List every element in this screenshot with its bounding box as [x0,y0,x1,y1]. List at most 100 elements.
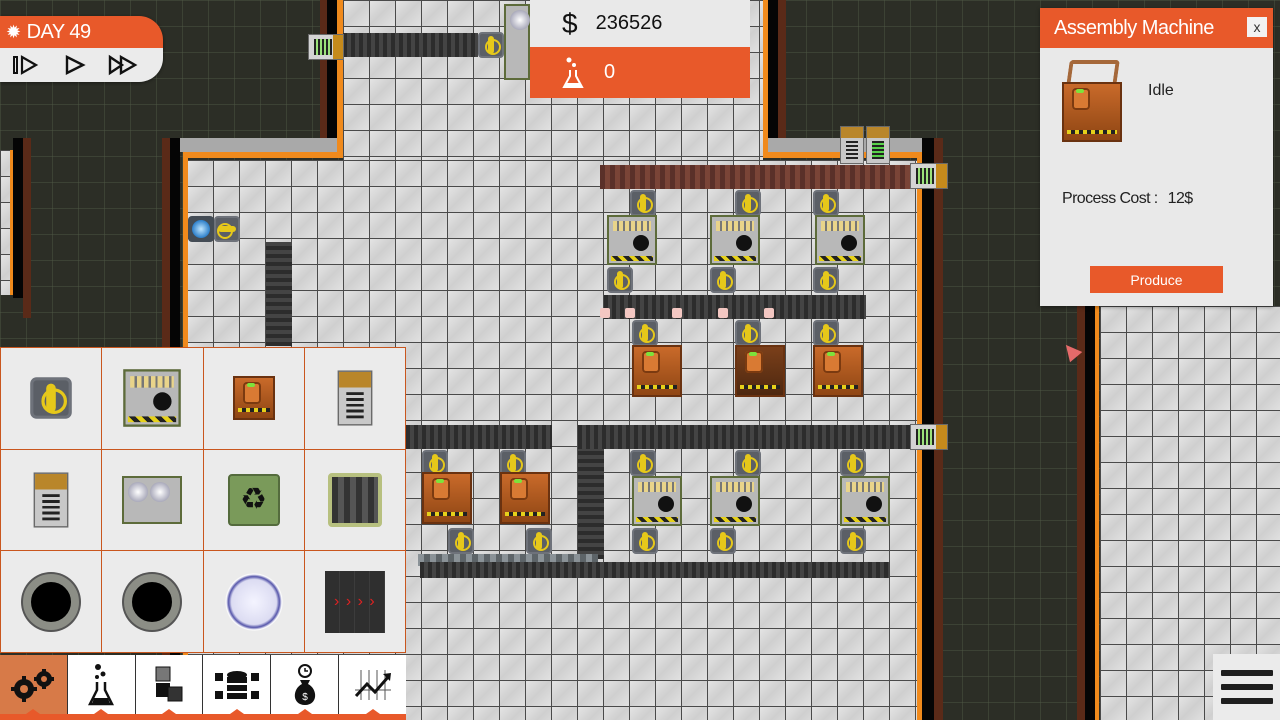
seller-machine[interactable] [910,163,948,189]
step-icon [13,55,39,75]
robotic-arm[interactable] [214,216,240,242]
flask-icon [88,663,115,705]
assembly-machine[interactable] [632,345,682,397]
tab-storage[interactable] [135,655,204,714]
wall [778,0,786,138]
category-tabs: $ [0,655,406,720]
play-button[interactable] [58,52,92,78]
wall [1077,306,1085,720]
robotic-arm[interactable] [840,528,866,554]
robotic-arm-icon [30,377,72,420]
boxes-icon [155,666,183,701]
tab-database[interactable] [203,655,272,714]
build-item-generator[interactable] [203,551,304,652]
build-item-portal-out[interactable] [102,551,203,652]
info-panel-header: Assembly Machine [1040,8,1273,48]
fabricator-machine[interactable] [632,476,682,526]
money-value: 236526 [595,12,663,34]
close-button[interactable]: x [1247,17,1267,37]
main-menu-button[interactable] [1213,654,1280,720]
robotic-arm[interactable] [632,320,658,346]
assembly-machine-icon [232,376,275,421]
fabricator-machine[interactable] [710,476,760,526]
step-button[interactable] [10,52,44,78]
robotic-arm[interactable] [735,190,761,216]
fast-forward-button[interactable] [106,52,140,78]
conveyor-belt[interactable] [406,425,552,449]
seller-icon [337,370,373,426]
conveyor-belt[interactable] [604,295,866,319]
conveyor-belt[interactable] [600,165,910,189]
robotic-arm[interactable] [735,320,761,346]
chart-trend-icon [354,669,391,700]
robotic-arm[interactable] [813,267,839,293]
build-item-shredder[interactable] [304,449,405,551]
recycle-icon: ♻ [227,473,280,526]
robotic-arm[interactable] [478,32,504,58]
tab-finance[interactable]: $ [271,655,340,714]
conveyor-belt[interactable] [266,242,292,346]
mixer-machine[interactable] [504,4,552,80]
robotic-arm[interactable] [526,528,552,554]
fabricator-machine[interactable] [815,215,865,265]
robotic-arm[interactable] [813,190,839,216]
mixer-icon [122,475,183,524]
tab-research[interactable] [67,655,136,714]
assembly-machine[interactable] [500,472,550,524]
robotic-arm[interactable] [735,450,761,476]
produce-button[interactable]: Produce [1090,266,1223,293]
wall-trim [337,0,343,158]
database-icon [214,670,259,699]
gears-icon [11,668,55,702]
hamburger-line [1220,670,1273,676]
wall [23,138,31,318]
conveyor-belt[interactable] [578,425,910,449]
build-item-portal-in[interactable] [1,551,102,652]
build-item-fabricator[interactable] [102,348,203,449]
product-item [600,308,610,318]
fabricator-machine[interactable] [710,215,760,265]
robotic-arm[interactable] [840,450,866,476]
fabricator-machine[interactable] [607,215,657,265]
hopper-machine[interactable] [866,126,890,164]
info-panel-title: Assembly Machine [1054,16,1214,39]
build-item-conveyor-belt[interactable] [304,551,405,652]
robotic-arm[interactable] [630,450,656,476]
portal-icon [23,573,80,630]
assembly-machine[interactable] [422,472,472,524]
robotic-arm[interactable] [710,528,736,554]
robotic-arm[interactable] [632,528,658,554]
robotic-arm[interactable] [448,528,474,554]
svg-text:$: $ [302,692,308,703]
fabricator-machine[interactable] [840,476,890,526]
wall [13,138,23,298]
fast-forward-icon [108,54,138,76]
tab-machines[interactable] [0,655,68,714]
seller-machine[interactable] [910,424,948,450]
build-item-mixer[interactable] [102,449,203,551]
robotic-arm[interactable] [630,190,656,216]
build-item-importer[interactable] [1,449,102,551]
assembly-machine-selected[interactable] [735,345,785,397]
build-item-assembly-machine[interactable] [203,348,304,449]
importer-machine[interactable] [308,34,344,60]
conveyor-belt[interactable] [420,562,890,578]
tab-statistics[interactable] [339,655,406,714]
generator-icon [224,572,283,631]
machine-body [1062,82,1122,142]
process-cost-label: Process Cost : [1062,190,1158,207]
hopper-machine[interactable] [840,126,864,164]
conveyor-belt[interactable] [578,449,604,559]
flask-icon [562,57,584,88]
spawner-machine[interactable] [188,216,214,242]
build-item-recycler[interactable]: ♻ [203,449,304,551]
conveyor-belt-icon [324,570,385,633]
build-item-robotic-arm[interactable] [1,348,102,449]
robotic-arm[interactable] [813,320,839,346]
conveyor-belt[interactable] [343,33,478,57]
robotic-arm[interactable] [607,267,633,293]
build-item-seller[interactable] [304,348,405,449]
robotic-arm[interactable] [710,267,736,293]
assembly-machine[interactable] [813,345,863,397]
play-icon [65,55,86,75]
